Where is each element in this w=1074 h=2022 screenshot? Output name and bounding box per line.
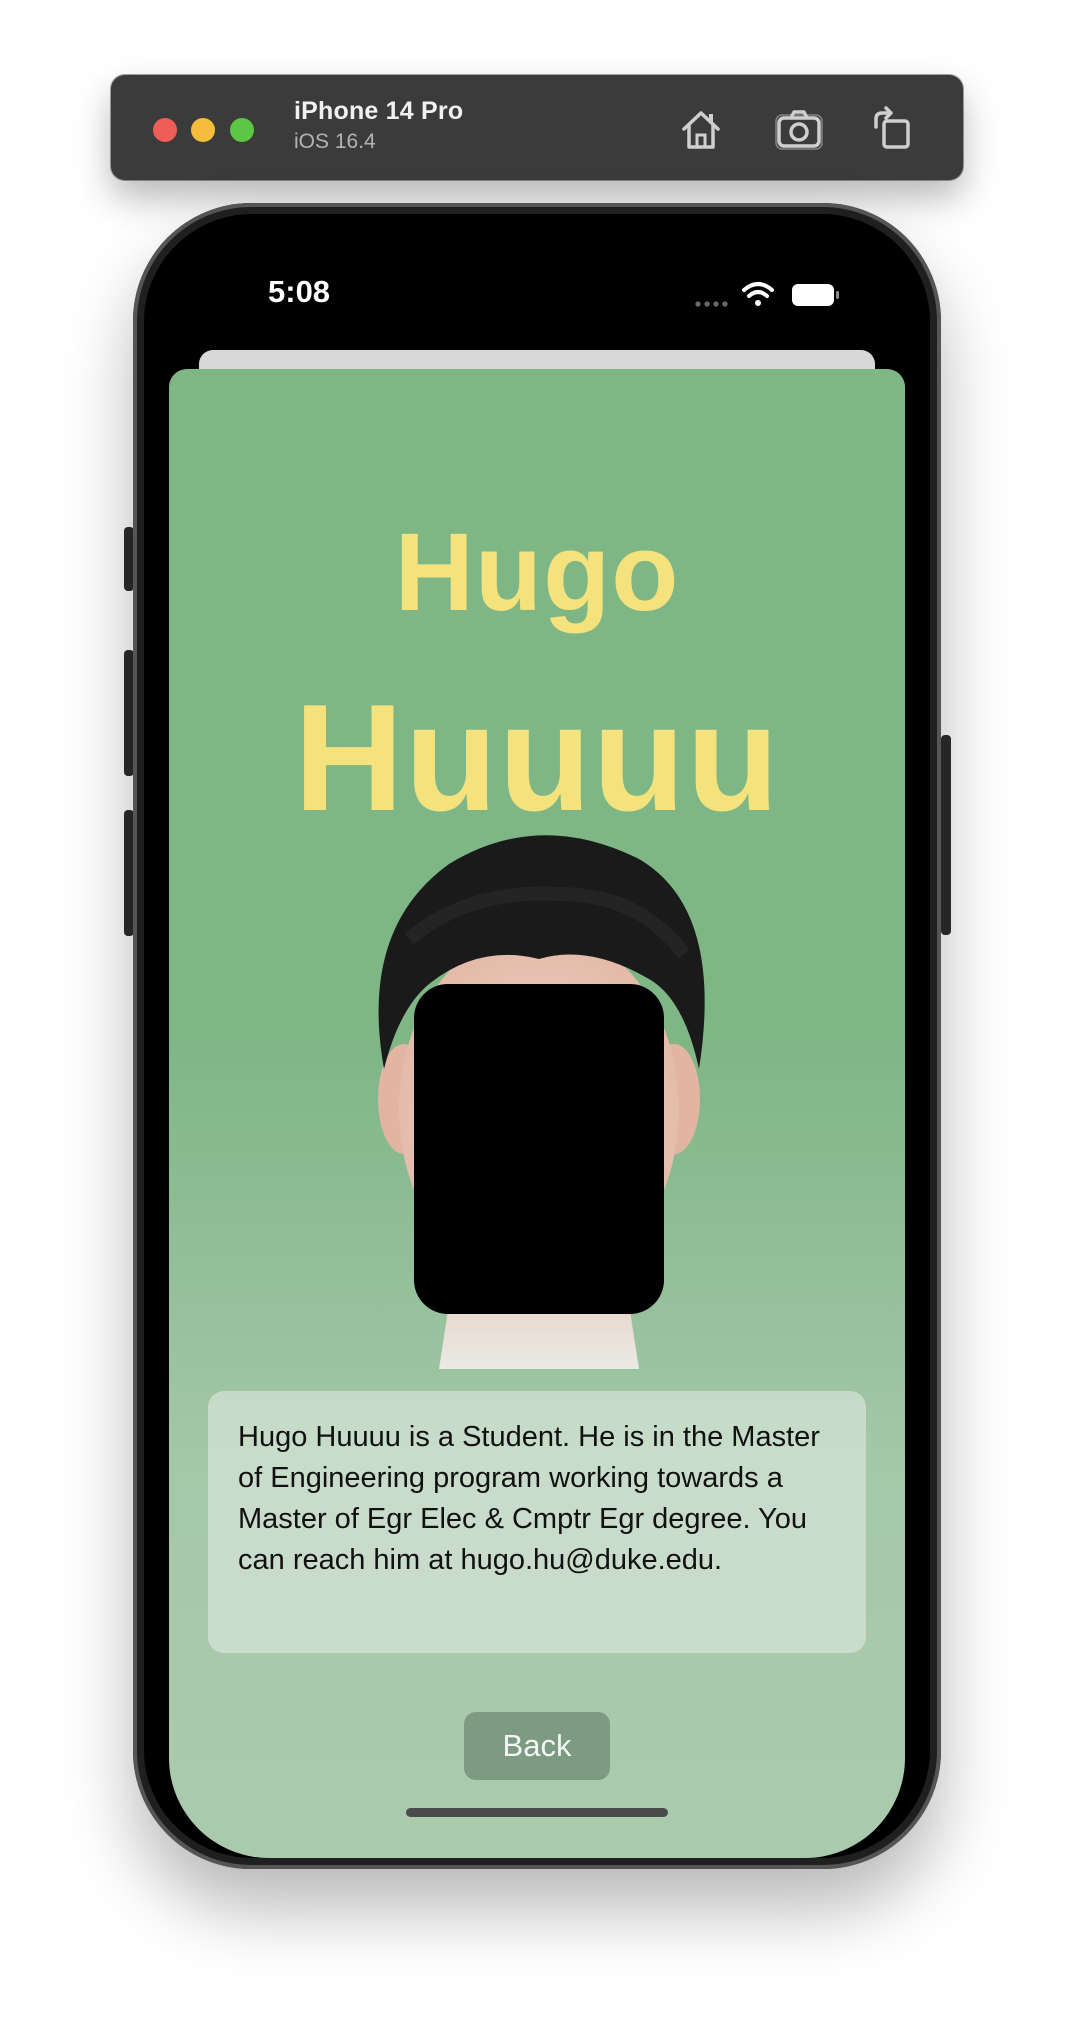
back-button[interactable]: Back: [464, 1712, 610, 1780]
face-redaction: [414, 984, 664, 1314]
bio-box: Hugo Huuuu is a Student. He is in the Ma…: [208, 1391, 866, 1653]
cellular-signal-icon: [695, 301, 728, 307]
simulator-title: iPhone 14 Pro iOS 16.4: [294, 97, 463, 154]
wifi-icon: [742, 282, 774, 306]
simulator-window: iPhone 14 Pro iOS 16.4 5:08 Hugo Huuuu H…: [0, 0, 1074, 2022]
home-indicator[interactable]: [406, 1808, 668, 1817]
simulator-toolbar: iPhone 14 Pro iOS 16.4: [111, 75, 963, 180]
first-name-heading: Hugo: [394, 511, 680, 634]
minimize-window-button[interactable]: [191, 118, 215, 142]
phone-screen: 5:08 Hugo Huuuu Hugo Huuuu is a Student.…: [144, 214, 930, 1858]
battery-icon: [792, 284, 839, 306]
screenshot-camera-icon[interactable]: [774, 105, 824, 153]
zoom-window-button[interactable]: [230, 118, 254, 142]
close-window-button[interactable]: [153, 118, 177, 142]
last-name-heading: Huuuu: [293, 673, 781, 843]
profile-card: Hugo Huuuu Hugo Huuuu is a Student. He i…: [169, 369, 905, 1858]
bio-text: Hugo Huuuu is a Student. He is in the Ma…: [238, 1421, 820, 1576]
status-icons: [695, 282, 839, 307]
power-button: [941, 735, 951, 935]
device-name: iPhone 14 Pro: [294, 97, 464, 125]
rotate-icon[interactable]: [868, 105, 918, 153]
status-time: 5:08: [268, 274, 331, 309]
os-version: iOS 16.4: [294, 130, 376, 153]
home-icon[interactable]: [676, 105, 726, 153]
